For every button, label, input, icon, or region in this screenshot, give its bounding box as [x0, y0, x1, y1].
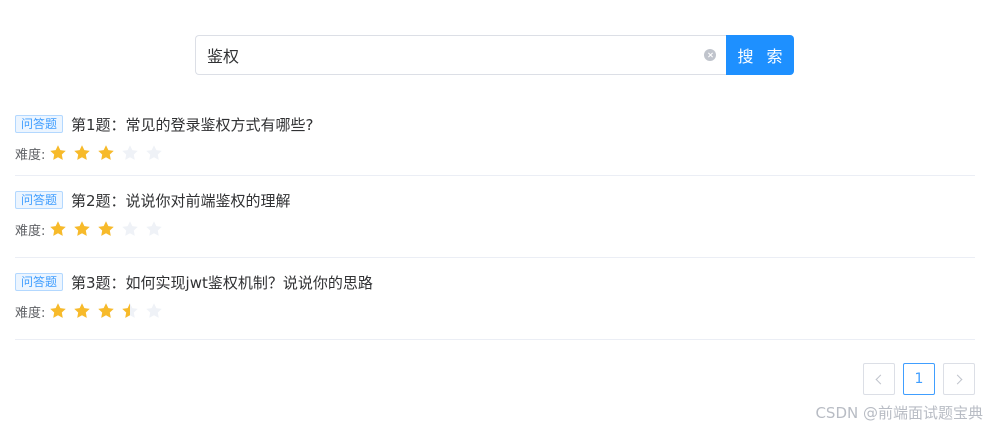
question-type-tag: 问答题	[15, 273, 64, 291]
star-icon	[145, 220, 163, 238]
star-icon	[121, 220, 139, 238]
question-list: 问答题 第1题：常见的登录鉴权方式有哪些? 难度: 问答题 第2题：说说你对前端…	[15, 100, 975, 340]
star-icon	[145, 144, 163, 162]
search-button[interactable]: 搜 索	[726, 35, 794, 75]
chevron-right-icon	[952, 374, 963, 384]
question-title-link[interactable]: 第3题：如何实现jwt鉴权机制？说说你的思路	[71, 272, 373, 293]
list-item: 问答题 第3题：如何实现jwt鉴权机制？说说你的思路 难度:	[15, 258, 975, 340]
pagination: 1	[863, 363, 975, 395]
question-title-row: 问答题 第2题：说说你对前端鉴权的理解	[15, 190, 975, 210]
list-item: 问答题 第1题：常见的登录鉴权方式有哪些? 难度:	[15, 100, 975, 176]
difficulty-rating	[49, 302, 169, 320]
difficulty-row: 难度:	[15, 143, 975, 163]
difficulty-label: 难度:	[15, 223, 46, 239]
question-title-row: 问答题 第3题：如何实现jwt鉴权机制？说说你的思路	[15, 272, 975, 292]
page-number-button[interactable]: 1	[903, 363, 935, 395]
next-page-button[interactable]	[943, 363, 975, 395]
difficulty-label: 难度:	[15, 147, 46, 163]
page: 搜 索 问答题 第1题：常见的登录鉴权方式有哪些? 难度: 问答题 第2题：说说…	[0, 0, 989, 429]
search-input[interactable]	[207, 36, 698, 74]
star-icon	[73, 220, 91, 238]
difficulty-rating	[49, 144, 169, 162]
star-icon	[49, 302, 67, 320]
chevron-left-icon	[875, 374, 886, 384]
star-icon	[121, 144, 139, 162]
star-icon	[97, 144, 115, 162]
star-icon	[73, 144, 91, 162]
clear-icon[interactable]	[704, 49, 716, 61]
question-title-link[interactable]: 第2题：说说你对前端鉴权的理解	[71, 190, 291, 211]
star-icon	[97, 220, 115, 238]
star-icon	[49, 144, 67, 162]
search-field[interactable]	[195, 35, 726, 75]
question-title-link[interactable]: 第1题：常见的登录鉴权方式有哪些?	[71, 114, 314, 135]
difficulty-rating	[49, 220, 169, 238]
difficulty-row: 难度:	[15, 219, 975, 239]
question-title-row: 问答题 第1题：常见的登录鉴权方式有哪些?	[15, 114, 975, 134]
question-type-tag: 问答题	[15, 115, 64, 133]
star-icon	[73, 302, 91, 320]
prev-page-button[interactable]	[863, 363, 895, 395]
watermark: CSDN @前端面试题宝典	[815, 404, 983, 422]
search-bar: 搜 索	[195, 35, 794, 75]
difficulty-label: 难度:	[15, 305, 46, 321]
list-item: 问答题 第2题：说说你对前端鉴权的理解 难度:	[15, 176, 975, 258]
question-type-tag: 问答题	[15, 191, 64, 209]
star-icon	[97, 302, 115, 320]
star-icon	[49, 220, 67, 238]
difficulty-row: 难度:	[15, 301, 975, 321]
star-icon	[145, 302, 163, 320]
star-icon	[121, 302, 139, 320]
